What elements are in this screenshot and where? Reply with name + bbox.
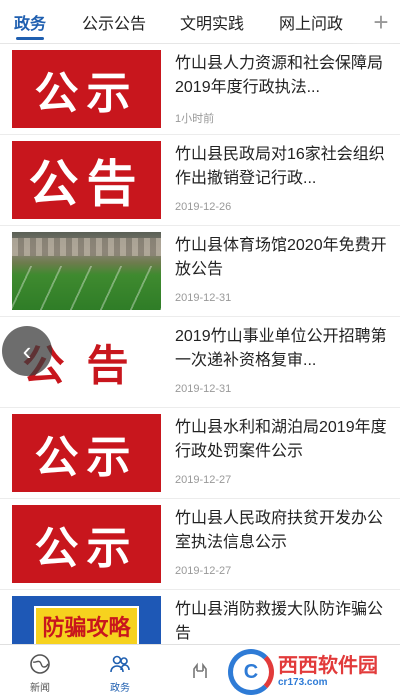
tab-zhengwu[interactable]: 政务 <box>14 0 46 44</box>
list-item[interactable]: 防骗攻略 竹山县消防救援大队防诈骗公告 <box>0 590 400 644</box>
list-item[interactable]: 公告 竹山县民政局对16家社会组织作出撤销登记行政... 2019-12-26 <box>0 135 400 226</box>
news-title: 竹山县人力资源和社会保障局2019年度行政执法... <box>175 55 384 96</box>
news-title: 竹山县人民政府扶贫开发办公室执法信息公示 <box>175 510 384 551</box>
watermark-url: cr173.com <box>278 677 328 688</box>
thumbnail-text: 防骗攻略 <box>34 606 139 644</box>
list-item[interactable]: 竹山县体育场馆2020年免费开放公告 2019-12-31 <box>0 226 400 317</box>
thumbnail-text: 公示 <box>34 68 139 119</box>
hands-icon <box>189 660 211 682</box>
news-date: 2019-12-27 <box>175 474 232 486</box>
floating-back-button[interactable]: ‹ <box>2 326 52 376</box>
people-icon <box>109 653 131 675</box>
news-list[interactable]: 公示 竹山县人力资源和社会保障局2019年度行政执法... 1小时前 公告 竹山… <box>0 44 400 644</box>
news-thumbnail: 防骗攻略 <box>12 596 161 644</box>
globe-icon <box>29 653 51 675</box>
nav-news[interactable]: 新闻 <box>0 645 80 700</box>
tab-gongshi-gonggao[interactable]: 公示公告 <box>82 0 146 44</box>
list-item[interactable]: 公告 2019竹山事业单位公开招聘第一次递补资格复审... 2019-12-31 <box>0 317 400 408</box>
tab-wangshang-wenzheng[interactable]: 网上问政 <box>279 0 343 44</box>
top-tab-bar: 政务 公示公告 文明实践 网上问政 + <box>0 0 400 44</box>
news-date: 1小时前 <box>175 113 215 125</box>
news-title: 竹山县消防救援大队防诈骗公告 <box>175 601 384 642</box>
thumbnail-text: 公示 <box>34 523 139 574</box>
watermark-mark-text: C <box>243 660 259 683</box>
plus-icon: + <box>373 6 389 37</box>
news-thumbnail: 公告 <box>12 141 161 219</box>
news-title: 竹山县体育场馆2020年免费开放公告 <box>175 237 387 278</box>
watermark-title: 西西软件园 <box>278 655 378 677</box>
news-thumbnail: 公示 <box>12 50 161 128</box>
tab-wenming-shijian[interactable]: 文明实践 <box>180 0 244 44</box>
news-date: 2019-12-31 <box>175 292 232 304</box>
news-title: 2019竹山事业单位公开招聘第一次递补资格复审... <box>175 328 387 369</box>
watermark-logo: C 西西软件园 cr173.com <box>228 648 396 696</box>
list-item[interactable]: 公示 竹山县人力资源和社会保障局2019年度行政执法... 1小时前 <box>0 44 400 135</box>
news-date: 2019-12-27 <box>175 565 232 577</box>
nav-label: 政务 <box>110 682 130 694</box>
news-date: 2019-12-26 <box>175 201 232 213</box>
thumbnail-text: 公告 <box>28 154 145 213</box>
watermark-mark: C <box>228 649 274 695</box>
nav-government[interactable]: 政务 <box>80 645 160 700</box>
news-date: 2019-12-31 <box>175 383 232 395</box>
news-title: 竹山县水利和湖泊局2019年度行政处罚案件公示 <box>175 419 387 460</box>
list-item[interactable]: 公示 竹山县水利和湖泊局2019年度行政处罚案件公示 2019-12-27 <box>0 408 400 499</box>
stadium-thumbnail <box>12 232 161 310</box>
add-channel-button[interactable]: + <box>362 6 400 38</box>
news-title: 竹山县民政局对16家社会组织作出撤销登记行政... <box>175 146 385 187</box>
chevron-left-icon: ‹ <box>22 335 32 366</box>
news-thumbnail: 公示 <box>12 414 161 492</box>
thumbnail-text: 公示 <box>34 432 139 483</box>
nav-label: 新闻 <box>30 682 50 694</box>
news-thumbnail: 公示 <box>12 505 161 583</box>
list-item[interactable]: 公示 竹山县人民政府扶贫开发办公室执法信息公示 2019-12-27 <box>0 499 400 590</box>
